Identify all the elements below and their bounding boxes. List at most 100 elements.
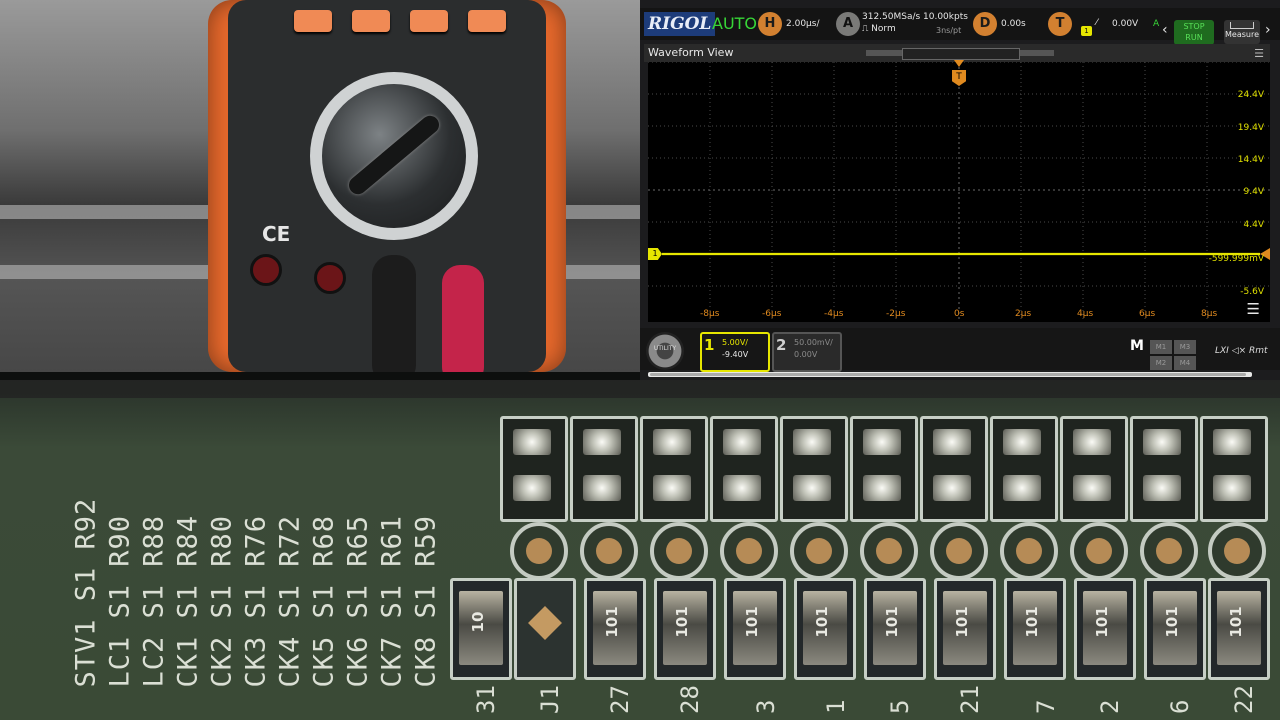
test-pad-pair — [780, 416, 848, 522]
input-jack — [314, 262, 346, 294]
test-pad-pair — [640, 416, 708, 522]
ch1-number: 1 — [704, 336, 715, 354]
trigger-position-icon[interactable] — [954, 60, 964, 67]
menu-icon[interactable]: ☰ — [1254, 47, 1264, 60]
via — [510, 522, 568, 580]
memory-depth: 10.00kpts — [923, 12, 968, 22]
waveform-grid[interactable]: T 1 24.4V 19.4V 14.4V 9.4V 4.4V -599.999… — [648, 60, 1270, 322]
run-label: RUN — [1185, 33, 1203, 42]
silkscreen-label: CK2 S1 R80 — [206, 514, 238, 688]
silkscreen-label: LC1 S1 R90 — [104, 514, 136, 688]
waveform-view-title: Waveform View — [648, 46, 734, 59]
pcb-camera-view: STV1 S1 R92 LC1 S1 R90 LC2 S1 R88 CK1 S1… — [0, 380, 1280, 720]
ref-designator: 5 — [886, 699, 914, 714]
auto-button[interactable]: AUTO — [712, 12, 757, 36]
time-label: 8μs — [1201, 309, 1218, 319]
math-slot[interactable]: M3 — [1174, 340, 1196, 354]
smd-resistor: 10 — [450, 578, 512, 680]
math-slot[interactable]: M4 — [1174, 356, 1196, 370]
ch1-settings[interactable]: 1 5.00V/ -9.40V — [700, 332, 770, 372]
time-label: 2μs — [1015, 309, 1032, 319]
test-pad-pair — [990, 416, 1058, 522]
sample-rate: 312.50MSa/s — [862, 12, 921, 22]
math-slot[interactable]: M1 — [1150, 340, 1172, 354]
smd-resistor: 101 — [724, 578, 786, 680]
volt-label: -5.6V — [1240, 287, 1264, 297]
silkscreen-label: CK4 S1 R72 — [274, 514, 306, 688]
smd-resistor: 101 — [1074, 578, 1136, 680]
via — [860, 522, 918, 580]
silkscreen-label: CK1 S1 R84 — [172, 514, 204, 688]
silkscreen-label: CK7 S1 R61 — [376, 514, 408, 688]
ref-designator: 31 — [472, 685, 500, 714]
delay-icon[interactable]: D — [973, 12, 997, 36]
horizontal-icon[interactable]: H — [758, 12, 782, 36]
acquire-icon[interactable]: A — [836, 12, 860, 36]
ref-designator: J1 — [536, 685, 564, 714]
timebase-value[interactable]: 2.00μs/ — [786, 19, 820, 30]
smd-resistor: 101 — [1004, 578, 1066, 680]
smd-resistor: 101 — [934, 578, 996, 680]
ch2-offset: 0.00V — [794, 350, 818, 359]
volt-label: 4.4V — [1243, 220, 1264, 230]
meter-button — [352, 10, 390, 32]
stop-label: STOP — [1183, 22, 1205, 31]
memory-window[interactable] — [902, 48, 1020, 60]
ref-designator: 22 — [1230, 685, 1258, 714]
ref-designator: 2 — [1096, 699, 1124, 714]
point-time: 3ns/pt — [936, 26, 962, 35]
smd-resistor: 101 — [1208, 578, 1270, 680]
volt-label: -599.999mV — [1208, 254, 1264, 264]
volt-label: 9.4V — [1243, 187, 1264, 197]
chevron-left-icon[interactable]: ‹ — [1162, 22, 1168, 38]
utility-gear-icon[interactable]: UTILITY — [646, 332, 684, 370]
ch2-scale: 50.00mV/ — [794, 338, 833, 347]
silkscreen-label: CK3 S1 R76 — [240, 514, 272, 688]
smd-resistor: 101 — [794, 578, 856, 680]
test-pad-pair — [570, 416, 638, 522]
scope-bottom-bar: UTILITY 1 5.00V/ -9.40V 2 50.00mV/ 0.00V… — [640, 328, 1280, 372]
horizontal-scrollbar[interactable] — [648, 372, 1252, 377]
red-probe — [442, 265, 484, 372]
multimeter-camera-view: CE — [0, 0, 640, 372]
ch1-offset: -9.40V — [722, 350, 749, 359]
test-pad-pair — [1060, 416, 1128, 522]
silkscreen-label: CK6 S1 R65 — [342, 514, 374, 688]
silkscreen-label: LC2 S1 R88 — [138, 514, 170, 688]
meter-button — [410, 10, 448, 32]
ch1-scale: 5.00V/ — [722, 338, 748, 347]
stop-run-button[interactable]: STOP RUN — [1174, 20, 1214, 45]
trigger-icon[interactable]: T — [1048, 12, 1072, 36]
via — [1208, 522, 1266, 580]
smd-resistor: 101 — [584, 578, 646, 680]
math-button[interactable]: M — [1130, 338, 1144, 354]
ch2-settings[interactable]: 2 50.00mV/ 0.00V — [772, 332, 842, 372]
scope-top-bar: RIGOL AUTO H 2.00μs/ A 312.50MSa/s 10.00… — [640, 8, 1280, 45]
via — [930, 522, 988, 580]
pcb-edge — [0, 380, 1280, 398]
time-label: 6μs — [1139, 309, 1156, 319]
ref-designator: 3 — [752, 699, 780, 714]
oscilloscope-screen: RIGOL AUTO H 2.00μs/ A 312.50MSa/s 10.00… — [640, 0, 1280, 380]
math-slot[interactable]: M2 — [1150, 356, 1172, 370]
via — [790, 522, 848, 580]
time-label: -6μs — [762, 309, 782, 319]
volt-label: 14.4V — [1237, 155, 1264, 165]
collapse-menu-icon[interactable]: ☰ — [1247, 300, 1260, 318]
rigol-logo: RIGOL — [644, 12, 716, 36]
chevron-right-icon[interactable]: › — [1265, 22, 1271, 38]
trigger-level[interactable]: 0.00V — [1112, 19, 1138, 30]
ch2-number: 2 — [776, 336, 787, 354]
utility-label: UTILITY — [653, 345, 677, 352]
black-probe — [372, 255, 416, 372]
meter-button — [468, 10, 506, 32]
via — [580, 522, 638, 580]
test-pad-pair — [920, 416, 988, 522]
scrollbar-thumb[interactable] — [650, 373, 1246, 376]
lxi-status: LXI ◁× Rmt — [1215, 346, 1268, 356]
test-pad-pair — [500, 416, 568, 522]
measure-button[interactable]: Measure — [1224, 20, 1260, 44]
silkscreen-label: CK8 S1 R59 — [410, 514, 442, 688]
delay-value[interactable]: 0.00s — [1001, 19, 1026, 30]
time-label: 4μs — [1077, 309, 1094, 319]
